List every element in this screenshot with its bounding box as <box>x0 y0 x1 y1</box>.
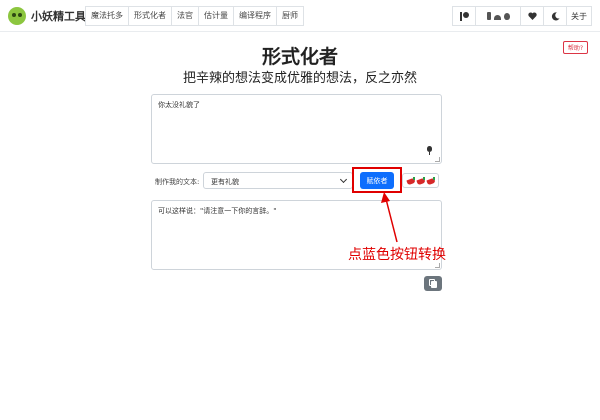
nav-link-chef[interactable]: 厨师 <box>276 6 304 26</box>
donate-button[interactable] <box>520 6 544 26</box>
formalize-button[interactable]: 赋依者 <box>360 172 394 189</box>
input-textarea[interactable]: 你太没礼貌了 <box>151 94 442 164</box>
goblin-logo-icon <box>8 7 26 25</box>
style-select-value: 更有礼貌 <box>211 178 239 186</box>
nav-link-compiler[interactable]: 编译程序 <box>233 6 277 26</box>
spice-level-selector[interactable] <box>402 173 439 188</box>
nav-right: 关于 <box>452 6 592 26</box>
nav-link-estimator[interactable]: 估计量 <box>198 6 234 26</box>
heart-icon <box>527 12 537 20</box>
copy-button[interactable] <box>424 276 442 291</box>
phone-icon <box>486 12 491 20</box>
android-icon <box>493 14 501 20</box>
style-select[interactable]: 更有礼貌 <box>203 172 353 189</box>
page-subtitle: 把辛辣的想法变成优雅的想法，反之亦然 <box>182 71 417 86</box>
chevron-down-icon <box>339 175 348 184</box>
resize-handle[interactable] <box>435 157 440 162</box>
nav-link-formalizer[interactable]: 形式化者 <box>128 6 172 26</box>
top-navbar: 小妖精工具 魔法托多 形式化者 法官 估计量 编译程序 厨师 关于 <box>0 0 600 32</box>
input-text: 你太没礼貌了 <box>158 101 200 109</box>
chili-pepper-icon[interactable] <box>415 176 426 185</box>
chili-pepper-icon[interactable] <box>425 176 436 185</box>
apple-icon <box>503 12 510 20</box>
output-text: 可以这样说："请注意一下你的言辞。" <box>158 207 277 215</box>
brand-name: 小妖精工具 <box>31 10 86 23</box>
nav-link-magic-todo[interactable]: 魔法托多 <box>85 6 129 26</box>
dark-mode-toggle[interactable] <box>543 6 567 26</box>
moon-icon <box>551 11 560 20</box>
brand[interactable]: 小妖精工具 <box>8 6 86 26</box>
annotation-text: 点蓝色按钮转换 <box>348 247 446 263</box>
style-label: 制作我的文本: <box>155 178 200 186</box>
patreon-icon <box>459 11 469 21</box>
microphone-icon[interactable] <box>427 146 432 155</box>
apps-button[interactable] <box>475 6 521 26</box>
patreon-button[interactable] <box>452 6 476 26</box>
about-button[interactable]: 关于 <box>566 6 592 26</box>
page-title: 形式化者 <box>261 46 338 68</box>
nav-links: 魔法托多 形式化者 法官 估计量 编译程序 厨师 <box>85 6 304 26</box>
chili-pepper-icon[interactable] <box>405 176 416 185</box>
nav-link-judge[interactable]: 法官 <box>171 6 199 26</box>
